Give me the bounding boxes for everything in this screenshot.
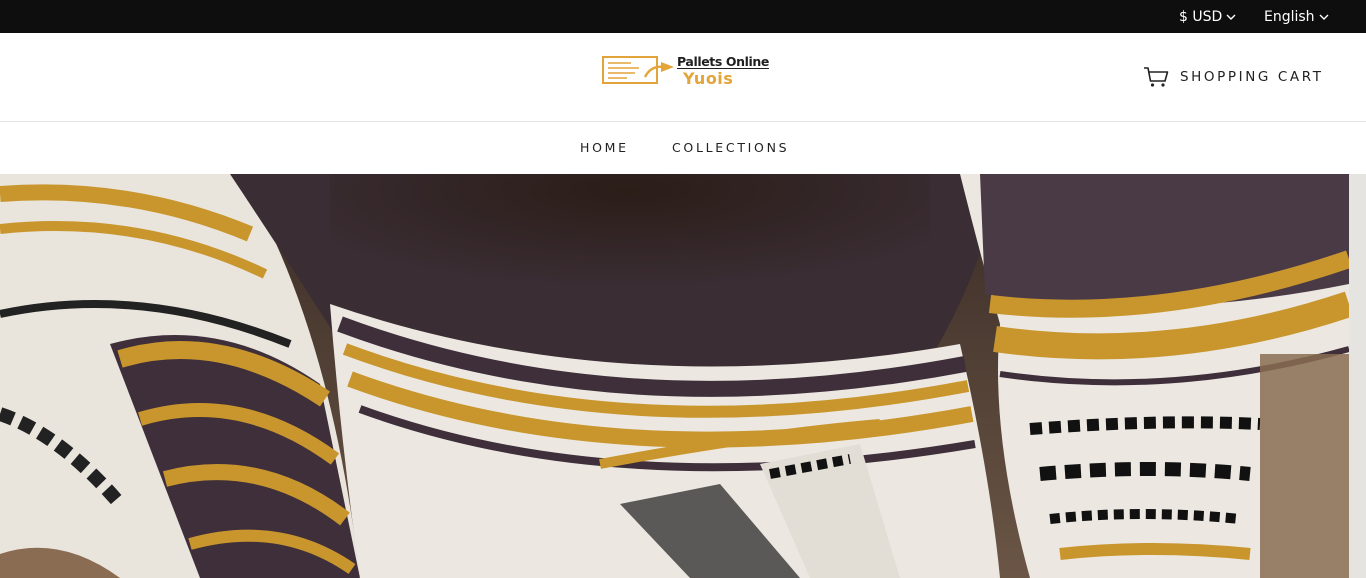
hero-banner-image <box>0 174 1349 578</box>
language-label: English <box>1264 8 1315 25</box>
logo-title: Pallets Online <box>677 54 769 69</box>
chevron-down-icon <box>1226 14 1236 20</box>
hero-blanket-illustration <box>0 174 1349 578</box>
shopping-cart-icon <box>1144 67 1169 87</box>
store-logo[interactable]: Pallets Online Yuois <box>601 53 769 89</box>
currency-label: $ USD <box>1179 8 1223 25</box>
page-scrollbar[interactable] <box>1349 174 1366 578</box>
site-header: Pallets Online Yuois SHOPPING CART <box>0 33 1366 122</box>
currency-selector[interactable]: $ USD <box>1179 0 1236 33</box>
pallet-truck-icon <box>602 56 674 84</box>
chevron-down-icon <box>1319 14 1329 20</box>
shopping-cart-link[interactable]: SHOPPING CART <box>1143 64 1324 90</box>
main-navigation: HOME COLLECTIONS <box>0 122 1366 174</box>
nav-item-collections[interactable]: COLLECTIONS <box>672 140 789 155</box>
shopping-cart-label: SHOPPING CART <box>1180 69 1324 85</box>
logo-subtitle: Yuois <box>683 69 734 88</box>
top-utility-bar: $ USD English <box>0 0 1366 33</box>
nav-item-home[interactable]: HOME <box>580 140 629 155</box>
language-selector[interactable]: English <box>1264 0 1329 33</box>
